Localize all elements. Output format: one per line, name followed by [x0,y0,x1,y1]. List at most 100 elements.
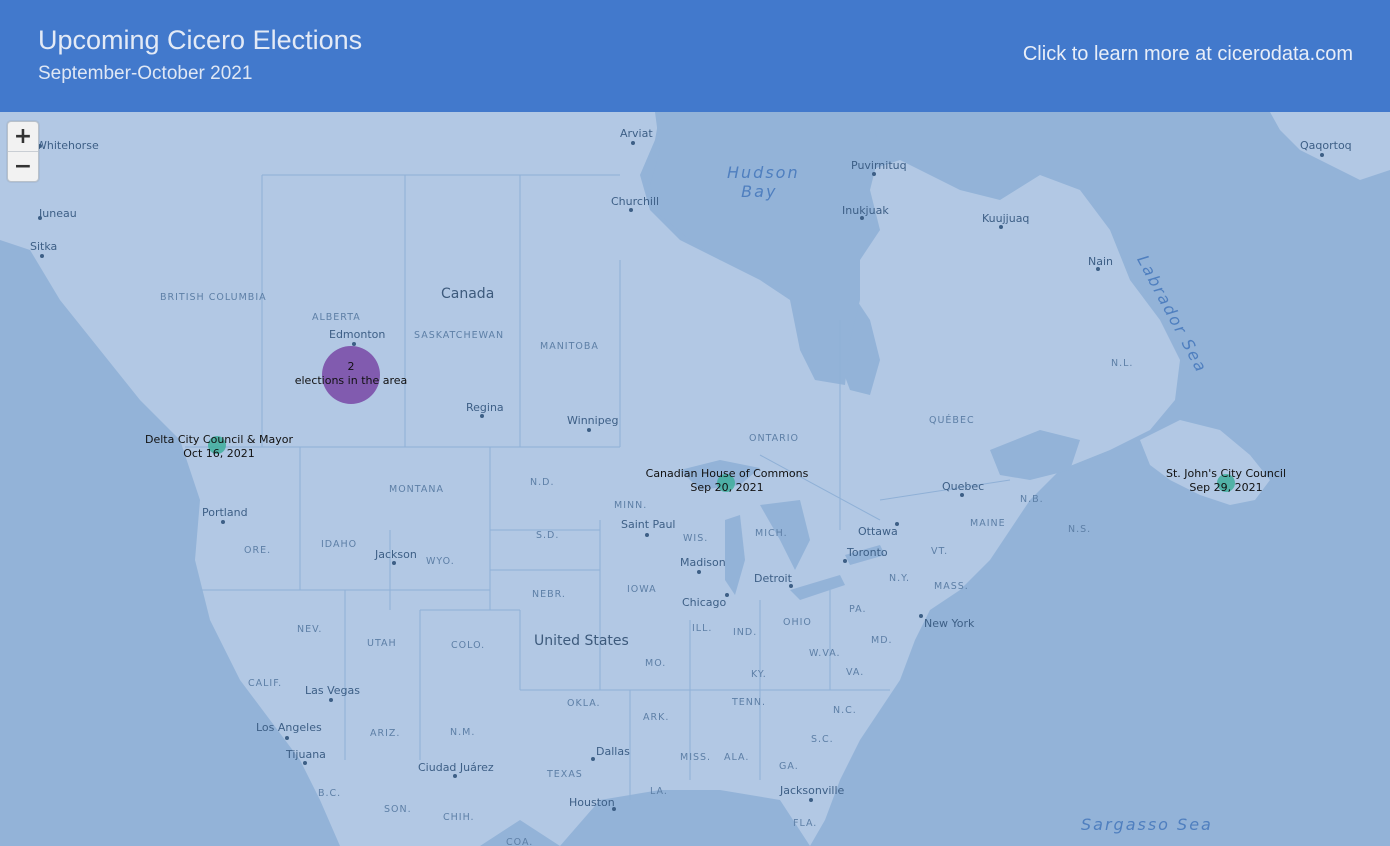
city-label: Sitka [30,240,58,253]
city-label: Chicago [682,596,727,609]
election-label[interactable]: Canadian House of Commons Sep 20, 2021 [646,467,809,495]
province-label: ALA. [724,752,750,763]
election-name: Canadian House of Commons [645,467,809,480]
water-label-sargasso: Sargasso Sea [1081,815,1213,834]
province-label: IND. [733,627,758,638]
province-label: CHIH. [443,812,475,823]
city-dot [591,757,595,761]
city-dot [453,774,457,778]
province-label: ARK. [643,712,670,723]
city-label: Portland [202,506,248,519]
election-name: Delta City Council & Mayor [145,433,293,446]
country-label-canada: Canada [441,286,495,302]
cluster-text: elections in the area [294,374,408,387]
election-date: Sep 29, 2021 [1189,481,1263,494]
province-label: VT. [931,546,949,557]
province-label: SON. [384,804,412,815]
city-dot [303,761,307,765]
city-dot [809,798,813,802]
city-dot [480,414,484,418]
city-label: Juneau [39,207,77,220]
city-label: Regina [466,401,504,414]
city-dot [645,533,649,537]
province-label: ALBERTA [312,312,361,323]
country-label-us: United States [534,633,629,649]
city-label: Qaqortoq [1300,139,1352,152]
province-label: GA. [779,761,799,772]
province-label: ARIZ. [370,728,401,739]
province-label: KY. [751,669,767,680]
election-date: Oct 16, 2021 [183,447,255,460]
city-label: Tijuana [286,748,326,761]
city-label: Saint Paul [621,518,676,531]
province-label: TEXAS [547,769,583,780]
province-label: MANITOBA [540,341,599,352]
city-label: Kuujjuaq [982,212,1030,225]
province-label: ONTARIO [749,433,800,444]
city-label: Quebec [942,480,985,493]
province-label: MISS. [680,752,712,763]
province-label: UTAH [367,638,397,649]
province-label: N.D. [530,477,555,488]
city-dot [221,520,225,524]
cluster-label[interactable]: 2 elections in the area [295,360,408,388]
city-dot [1320,153,1324,157]
province-label: W.VA. [809,648,841,659]
province-label: MINN. [614,500,648,511]
province-label: MICH. [755,528,788,539]
province-label: N.L. [1111,358,1134,369]
province-label: N.S. [1068,524,1092,535]
cluster-count: 2 [347,360,355,373]
province-label: MAINE [970,518,1006,529]
city-label: Winnipeg [567,414,619,427]
province-label: N.B. [1020,494,1044,505]
province-label: S.C. [811,734,834,745]
zoom-out-button[interactable]: − [8,152,38,181]
city-label: Jackson [375,548,417,561]
province-label: IOWA [627,584,657,595]
province-label: MD. [871,635,893,646]
city-dot [392,561,396,565]
province-label: MO. [645,658,667,669]
province-label: OKLA. [567,698,601,709]
page-subtitle: September-October 2021 [38,63,253,84]
city-dot [631,141,635,145]
province-label: S.D. [536,530,560,541]
city-dot [329,698,333,702]
province-label: OHIO [783,617,812,628]
province-label: N.C. [833,705,857,716]
province-label: COLO. [451,640,486,651]
city-dot [960,493,964,497]
province-label: LA. [650,786,668,797]
city-label: Dallas [596,745,630,758]
province-label: CALIF. [248,678,283,689]
map-canvas[interactable]: Canada United States Hudson Bay Labrador… [0,112,1390,846]
election-label[interactable]: St. John's City Council Sep 29, 2021 [1166,467,1286,495]
province-label: QUÉBEC [929,415,975,426]
province-label: SASKATCHEWAN [414,330,505,341]
city-dot [872,172,876,176]
province-label: WYO. [426,556,455,567]
province-label: TENN. [732,697,767,708]
election-name: St. John's City Council [1165,467,1287,480]
province-label: BRITISH COLUMBIA [160,292,267,303]
city-dot [919,614,923,618]
city-label: Edmonton [329,328,386,341]
city-label: Toronto [847,546,888,559]
city-label: Ottawa [858,525,898,538]
page-title: Upcoming Cicero Elections [38,25,363,55]
city-label: Los Angeles [256,721,322,734]
election-label[interactable]: Delta City Council & Mayor Oct 16, 2021 [145,433,293,461]
city-label: Puvirnituq [851,159,907,172]
city-label: Inukjuak [842,204,889,217]
province-label: N.M. [450,727,476,738]
zoom-in-button[interactable]: + [8,122,38,152]
province-label: ORE. [244,545,272,556]
city-dot [285,736,289,740]
province-label: ILL. [692,623,713,634]
city-dot [697,570,701,574]
city-dot [999,225,1003,229]
province-label: B.C. [318,788,342,799]
cicero-link[interactable]: Click to learn more at cicerodata.com [1023,43,1353,66]
province-label: NEBR. [532,589,566,600]
